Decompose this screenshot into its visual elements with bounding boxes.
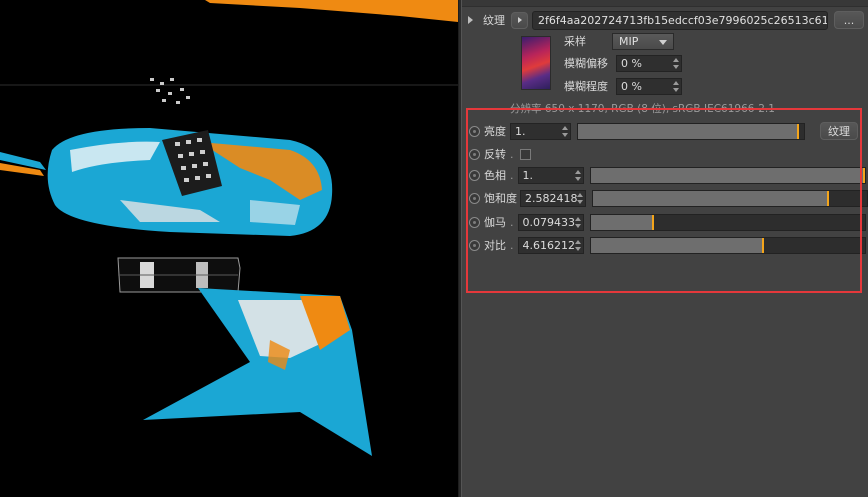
param-row-brightness: 亮度 1. 纹理 bbox=[469, 121, 858, 141]
viewport[interactable] bbox=[0, 0, 458, 497]
label-dots: . bbox=[510, 238, 514, 252]
slider-fill bbox=[590, 167, 865, 183]
orange-backdrop bbox=[205, 0, 458, 22]
param-value: 1. bbox=[515, 124, 526, 138]
keyframe-radio[interactable] bbox=[469, 125, 480, 137]
param-label: 色相 bbox=[484, 169, 506, 182]
param-slider[interactable] bbox=[592, 189, 868, 207]
blur-scale-field[interactable]: 0 % bbox=[616, 77, 682, 95]
param-value: 2.582418 bbox=[525, 191, 578, 205]
texture-arrow-button[interactable] bbox=[511, 11, 528, 29]
sampling-value: MIP bbox=[619, 34, 639, 48]
param-label: 饱和度 bbox=[484, 192, 517, 205]
spinner-icon[interactable] bbox=[673, 80, 679, 92]
label-dots: . bbox=[510, 147, 514, 161]
param-slider[interactable] bbox=[577, 122, 805, 140]
star-object bbox=[143, 288, 372, 456]
param-value: 4.616212 bbox=[522, 238, 576, 252]
spinner-icon[interactable] bbox=[574, 216, 581, 228]
param-row-hue: 色相 . 1. bbox=[469, 165, 866, 185]
expand-triangle-icon[interactable] bbox=[468, 16, 473, 24]
spinner-icon[interactable] bbox=[577, 192, 583, 204]
param-label: 对比 bbox=[484, 239, 506, 252]
spinner-icon[interactable] bbox=[574, 239, 581, 251]
slider-fill bbox=[590, 237, 764, 253]
param-value-field[interactable]: 2.582418 bbox=[520, 189, 586, 207]
slider-handle[interactable] bbox=[862, 167, 865, 183]
spinner-icon[interactable] bbox=[673, 57, 679, 69]
image-info: 分辨率 650 x 1170, RGB (8 位), sRGB IEC61966… bbox=[510, 103, 775, 115]
slider-handle[interactable] bbox=[761, 237, 764, 253]
slider-handle[interactable] bbox=[797, 123, 799, 139]
blur-scale-row: 模糊程度 0 % bbox=[564, 76, 682, 96]
blur-offset-field[interactable]: 0 % bbox=[616, 54, 682, 72]
texture-row: 纹理 2f6f4aa202724713fb15edccf03e7996025c2… bbox=[468, 10, 864, 30]
sampling-row: 采样 MIP bbox=[564, 31, 674, 51]
param-row-gamma: 伽马 . 0.079433 bbox=[469, 212, 866, 232]
spinner-icon[interactable] bbox=[574, 169, 581, 181]
param-row-contrast: 对比 . 4.616212 bbox=[469, 235, 866, 255]
base-piece bbox=[117, 257, 241, 293]
blur-scale-value: 0 % bbox=[621, 79, 642, 93]
keyframe-radio[interactable] bbox=[469, 169, 480, 181]
param-slider[interactable] bbox=[589, 236, 866, 254]
capsule-object bbox=[0, 128, 333, 236]
param-value: 0.079433 bbox=[522, 215, 576, 229]
param-value-field[interactable]: 1. bbox=[517, 166, 584, 184]
slider-fill bbox=[593, 190, 829, 206]
spinner-icon[interactable] bbox=[562, 125, 568, 137]
param-label: 伽马 bbox=[484, 216, 506, 229]
blur-offset-value: 0 % bbox=[621, 56, 642, 70]
invert-checkbox[interactable] bbox=[519, 148, 531, 160]
render-view bbox=[0, 0, 458, 456]
param-value-field[interactable]: 4.616212 bbox=[517, 236, 584, 254]
param-slider[interactable] bbox=[589, 213, 866, 231]
slider-fill bbox=[590, 214, 654, 230]
label-dots: . bbox=[510, 168, 514, 182]
keyframe-radio[interactable] bbox=[469, 216, 480, 228]
param-value-field[interactable]: 0.079433 bbox=[517, 213, 584, 231]
slider-fill bbox=[578, 123, 799, 139]
keyframe-radio[interactable] bbox=[469, 239, 480, 251]
sampling-label: 采样 bbox=[564, 35, 586, 48]
texture-button[interactable]: 纹理 bbox=[820, 122, 858, 140]
param-value-field[interactable]: 1. bbox=[510, 122, 571, 140]
texture-thumbnail bbox=[521, 36, 551, 90]
invert-label: 反转 bbox=[484, 148, 506, 161]
browse-button[interactable]: ... bbox=[834, 11, 864, 29]
blur-offset-label: 模糊偏移 bbox=[564, 57, 608, 70]
param-row-invert: 反转 . bbox=[469, 144, 531, 164]
blur-scale-label: 模糊程度 bbox=[564, 80, 608, 93]
panel-header bbox=[462, 0, 868, 7]
play-arrow-icon bbox=[517, 17, 522, 23]
texture-label: 纹理 bbox=[483, 14, 505, 27]
attributes-panel: 纹理 2f6f4aa202724713fb15edccf03e7996025c2… bbox=[462, 0, 868, 497]
blur-offset-row: 模糊偏移 0 % bbox=[564, 53, 682, 73]
texture-path-field[interactable]: 2f6f4aa202724713fb15edccf03e7996025c2651… bbox=[532, 10, 828, 30]
sampling-dropdown[interactable]: MIP bbox=[612, 32, 674, 50]
slider-handle[interactable] bbox=[651, 214, 654, 230]
chevron-down-icon bbox=[659, 39, 667, 45]
param-row-saturation: 饱和度 2.582418 bbox=[469, 188, 868, 208]
param-slider[interactable] bbox=[589, 166, 866, 184]
label-dots: . bbox=[510, 215, 514, 229]
slider-handle[interactable] bbox=[827, 190, 829, 206]
param-value: 1. bbox=[522, 168, 534, 182]
param-label: 亮度 bbox=[484, 125, 506, 138]
particle-dots bbox=[150, 78, 190, 104]
keyframe-radio[interactable] bbox=[469, 192, 480, 204]
keyframe-radio[interactable] bbox=[469, 148, 480, 160]
